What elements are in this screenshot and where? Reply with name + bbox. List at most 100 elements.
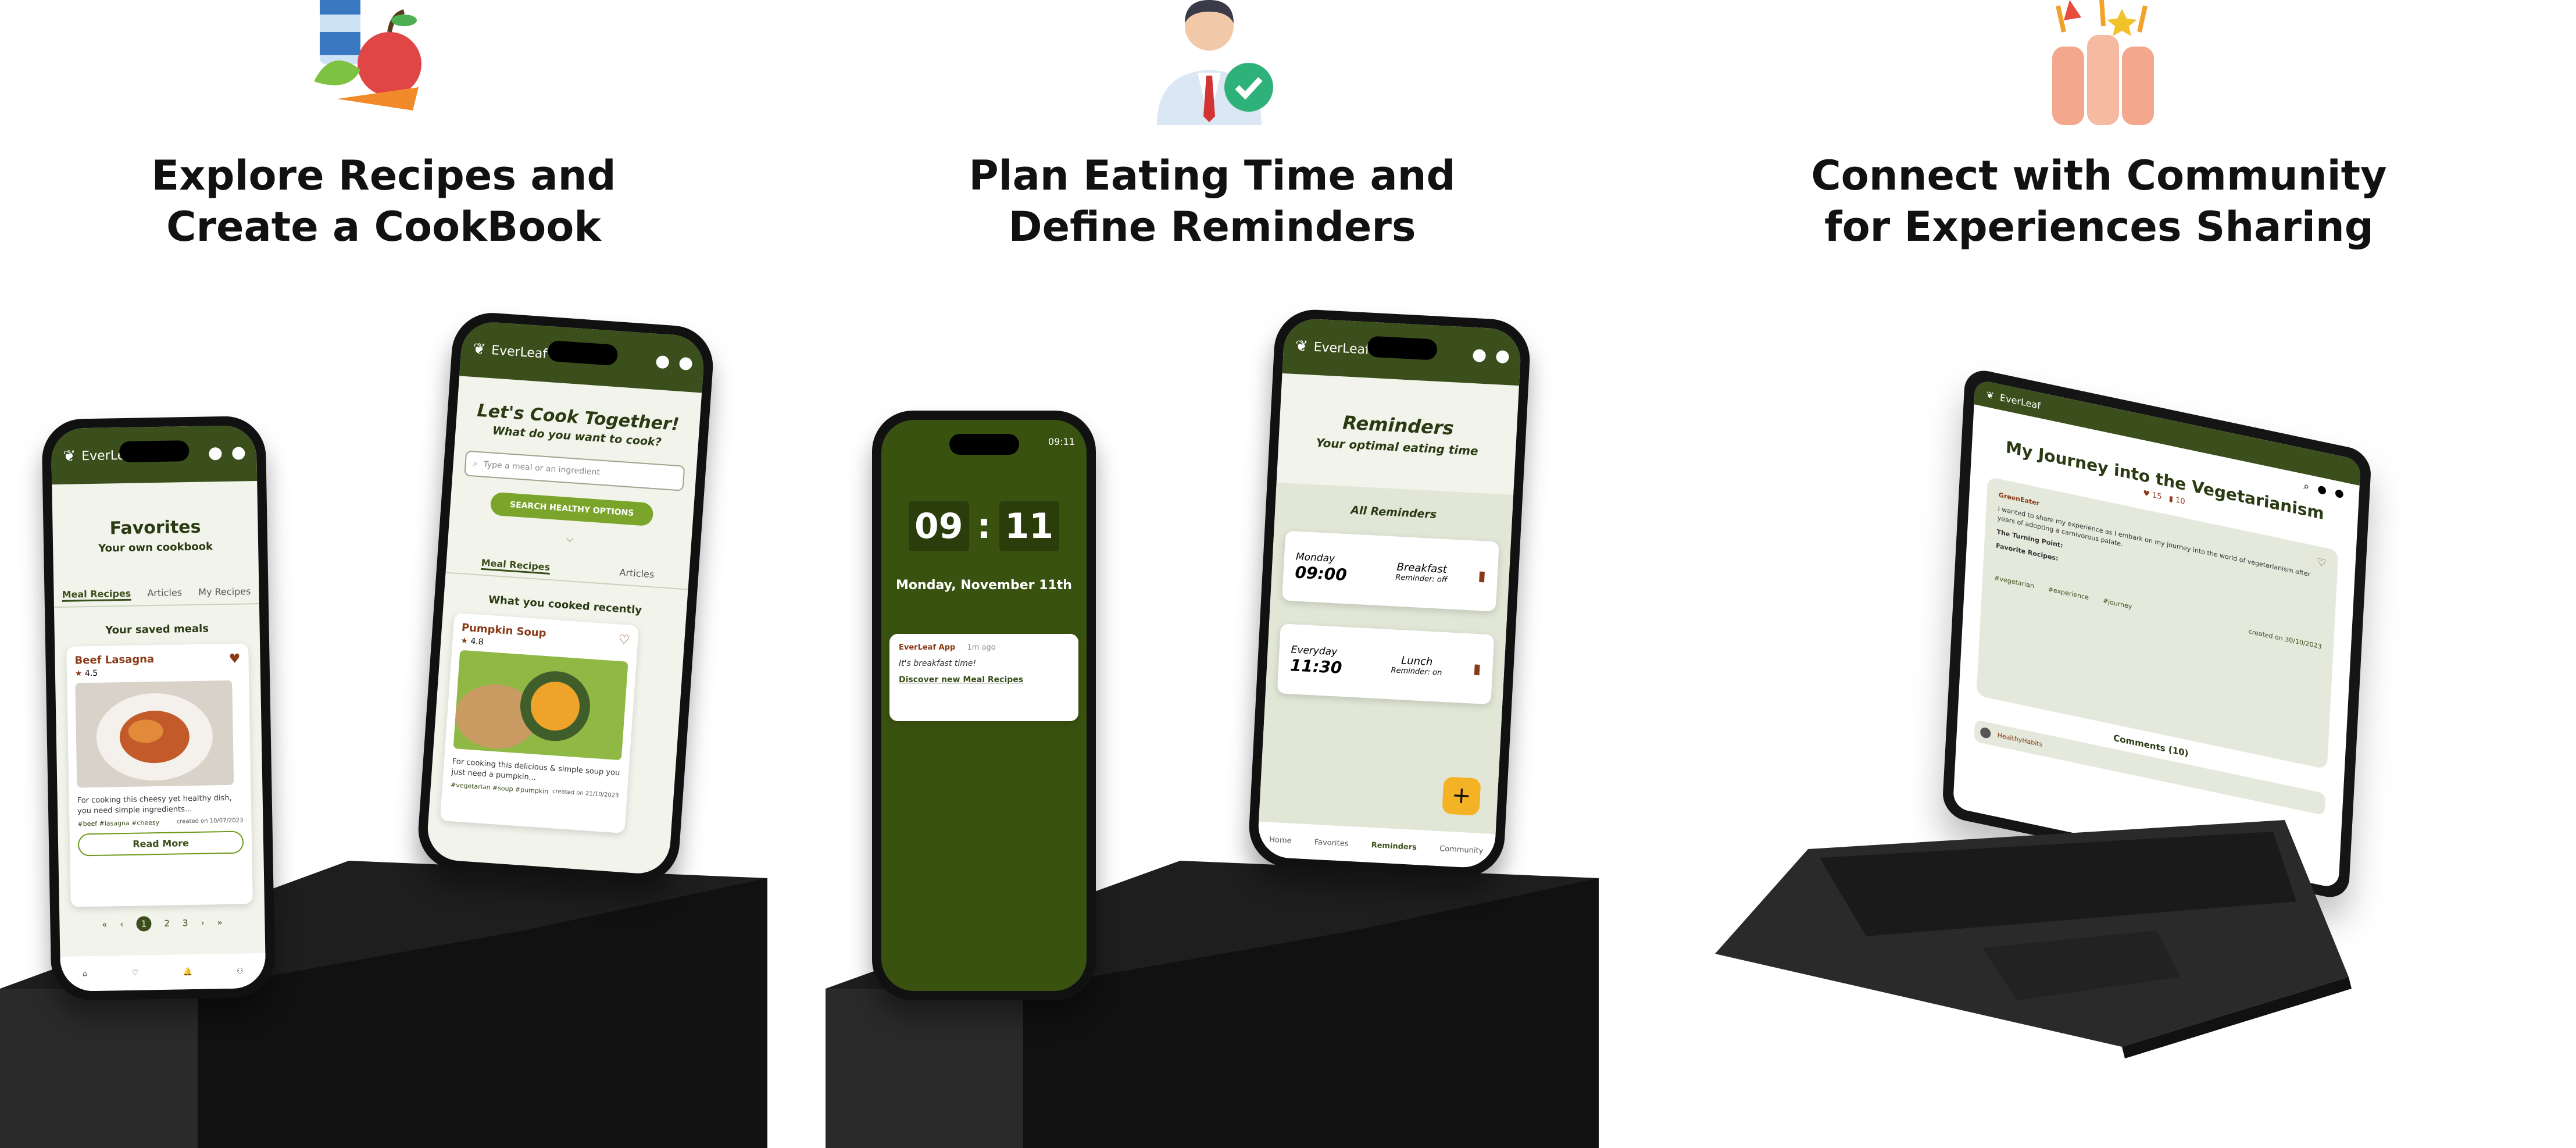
raised-fists-icon xyxy=(2052,0,2154,125)
recipe-rating: 4.5 xyxy=(84,668,98,679)
info-icon[interactable] xyxy=(1495,350,1510,364)
notification-message: It's breakfast time! xyxy=(899,659,977,668)
info-icon[interactable] xyxy=(232,447,245,460)
heart-icon[interactable]: ♥ xyxy=(2143,489,2150,499)
leaf-logo-icon: ❦ xyxy=(1295,337,1309,356)
first-page-icon[interactable]: « xyxy=(102,919,108,930)
nav-favorites[interactable]: Favorites xyxy=(1314,837,1348,848)
heading-line-2: for Experiences Sharing xyxy=(1824,203,2374,251)
search-input[interactable]: ⌕ Type a meal or an ingredient xyxy=(464,450,685,491)
notification-link[interactable]: Discover new Meal Recipes xyxy=(899,675,1069,684)
heading-line-1: Explore Recipes and xyxy=(151,152,616,199)
next-page-icon[interactable]: › xyxy=(201,918,204,928)
recipe-rating: 4.8 xyxy=(470,636,484,647)
info-icon[interactable]: ● xyxy=(2334,486,2344,500)
tab-meal-recipes[interactable]: Meal Recipes xyxy=(480,557,551,575)
add-reminder-button[interactable]: + xyxy=(1442,776,1481,816)
recipe-date: created on 21/10/2023 xyxy=(552,788,619,800)
reminders-icon[interactable]: 🔔 xyxy=(183,968,192,976)
panel-recipes: Explore Recipes and Create a CookBook ❦ … xyxy=(0,0,767,1148)
page-1[interactable]: 1 xyxy=(136,916,152,932)
tab-articles[interactable]: Articles xyxy=(147,587,182,600)
notification-app: EverLeaf App xyxy=(899,643,956,652)
post-tag[interactable]: #experience xyxy=(2048,585,2089,603)
profile-icon[interactable] xyxy=(655,355,670,369)
post-tag[interactable]: #vegetarian xyxy=(1994,573,2034,591)
notification-card[interactable]: EverLeaf App 1m ago It's breakfast time!… xyxy=(889,634,1078,721)
chevron-down-icon: ⌄ xyxy=(562,526,578,548)
bottom-nav: ⌂ ♡ 🔔 ⚇ xyxy=(60,953,266,992)
app-brand: EverLeaf xyxy=(1313,340,1370,358)
leaf-logo-icon: ❦ xyxy=(1986,388,1995,401)
search-button[interactable]: SEARCH HEALTHY OPTIONS xyxy=(490,491,654,527)
recipe-card[interactable]: Pumpkin Soup ♡ ★ 4.8 For cooking this de… xyxy=(440,612,639,834)
clock-hours: 09 xyxy=(909,501,969,551)
nav-home[interactable]: Home xyxy=(1269,835,1292,845)
recipe-tags: #beef #lasagna #cheesy xyxy=(77,819,160,828)
avatar xyxy=(1980,726,1991,739)
section-title: Your saved meals xyxy=(105,622,209,637)
favorites-icon[interactable]: ♡ xyxy=(132,968,139,977)
soup-image xyxy=(453,650,628,761)
phone-favorites: ❦ EverLeaf Favorites Your own cookbook M… xyxy=(41,415,276,1001)
search-placeholder: Type a meal or an ingredient xyxy=(483,459,601,477)
reminder-card-lunch[interactable]: Everyday 11:30 Lunch Reminder: on ▮ xyxy=(1277,623,1495,705)
profile-icon[interactable]: ● xyxy=(2317,483,2327,497)
commenter-name[interactable]: HealthyHabits xyxy=(1997,732,2042,748)
page-3[interactable]: 3 xyxy=(183,918,188,928)
heart-outline-icon[interactable]: ♡ xyxy=(2316,556,2326,570)
reminder-time: 11:30 xyxy=(1289,655,1343,678)
page-subtitle: Your own cookbook xyxy=(98,540,213,555)
panel-community: Connect with Community for Experiences S… xyxy=(1622,0,2576,1148)
status-time: 09:11 xyxy=(1048,436,1075,447)
trash-icon[interactable]: ▮ xyxy=(1473,661,1481,678)
post-tag[interactable]: #journey xyxy=(2102,596,2132,611)
groceries-icon xyxy=(314,0,421,110)
phone-cook: ❦ EverLeaf Let's Cook Together! What do … xyxy=(416,310,716,886)
tab-meal-recipes[interactable]: Meal Recipes xyxy=(62,587,131,602)
recipe-date: created on 10/07/2023 xyxy=(176,817,244,825)
heading-reminders: Plan Eating Time and Define Reminders xyxy=(826,150,1599,252)
phone-lock-screen: 09:11 09 : 11 Monday, November 11th Ever… xyxy=(872,411,1096,1000)
post-date: created on 30/10/2023 xyxy=(2248,628,2322,651)
community-icon[interactable]: ⚇ xyxy=(237,967,244,975)
heading-line-2: Define Reminders xyxy=(1008,203,1416,251)
keyboard xyxy=(1715,820,2352,1058)
verified-person-icon xyxy=(1157,0,1273,125)
app-brand: EverLeaf xyxy=(1999,391,2041,411)
star-icon: ★ xyxy=(460,636,469,646)
bookmark-icon[interactable]: ▮ xyxy=(2168,494,2173,504)
trash-icon[interactable]: ▮ xyxy=(1478,568,1487,584)
tab-my-recipes[interactable]: My Recipes xyxy=(198,586,251,600)
heading-line-1: Connect with Community xyxy=(1811,152,2387,199)
leaf-logo-icon: ❦ xyxy=(63,447,76,465)
heart-outline-icon[interactable]: ♡ xyxy=(618,633,630,648)
info-icon[interactable] xyxy=(678,356,693,371)
heading-line-2: Create a CookBook xyxy=(166,203,601,251)
reminder-time: 09:00 xyxy=(1294,562,1348,584)
clock-minutes: 11 xyxy=(999,501,1059,551)
search-icon[interactable]: ⌕ xyxy=(2303,480,2310,493)
reminder-card-breakfast[interactable]: Monday 09:00 Breakfast Reminder: off ▮ xyxy=(1282,530,1499,612)
nav-community[interactable]: Community xyxy=(1439,844,1484,855)
heart-icon[interactable]: ♥ xyxy=(229,652,241,666)
page-2[interactable]: 2 xyxy=(164,918,170,929)
app-brand: EverLeaf xyxy=(491,343,548,362)
nav-reminders[interactable]: Reminders xyxy=(1371,840,1417,851)
panel-reminders: Plan Eating Time and Define Reminders 09… xyxy=(826,0,1599,1148)
heading-line-1: Plan Eating Time and xyxy=(969,152,1456,199)
search-icon: ⌕ xyxy=(473,459,478,469)
read-more-button[interactable]: Read More xyxy=(77,830,244,857)
recipe-title: Beef Lasagna xyxy=(74,653,155,667)
prev-page-icon[interactable]: ‹ xyxy=(120,919,123,929)
heading-recipes: Explore Recipes and Create a CookBook xyxy=(0,150,767,252)
home-icon[interactable]: ⌂ xyxy=(83,969,88,978)
profile-icon[interactable] xyxy=(1473,348,1487,363)
lasagna-image xyxy=(75,680,234,788)
recipe-card[interactable]: Beef Lasagna ♥ ★ 4.5 For cooking this ch… xyxy=(66,643,253,907)
profile-icon[interactable] xyxy=(209,447,222,461)
tab-articles[interactable]: Articles xyxy=(619,566,655,582)
last-page-icon[interactable]: » xyxy=(217,917,223,928)
star-icon: ★ xyxy=(74,669,83,679)
reminders-section: All Reminders Monday 09:00 Breakfast Rem… xyxy=(1257,482,1514,861)
